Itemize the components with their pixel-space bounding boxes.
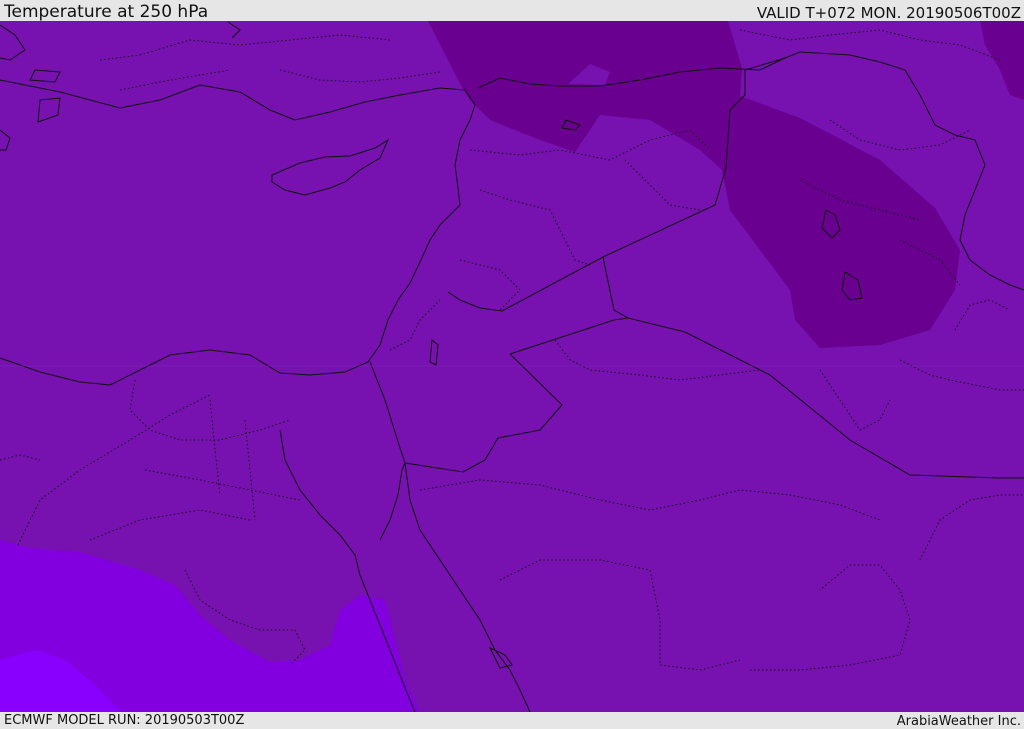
credit-label: ArabiaWeather Inc.: [896, 714, 1021, 729]
weather-map-panel: Temperature at 250 hPa VALID T+072 MON. …: [0, 0, 1024, 729]
map-header: Temperature at 250 hPa VALID T+072 MON. …: [0, 0, 1024, 22]
model-run-label: ECMWF MODEL RUN: 20190503T00Z: [4, 713, 245, 728]
valid-time: VALID T+072 MON. 20190506T00Z: [756, 4, 1021, 22]
map-footer: ECMWF MODEL RUN: 20190503T00Z ArabiaWeat…: [0, 712, 1024, 729]
temperature-map: [0, 21, 1024, 712]
map-title: Temperature at 250 hPa: [4, 2, 209, 22]
